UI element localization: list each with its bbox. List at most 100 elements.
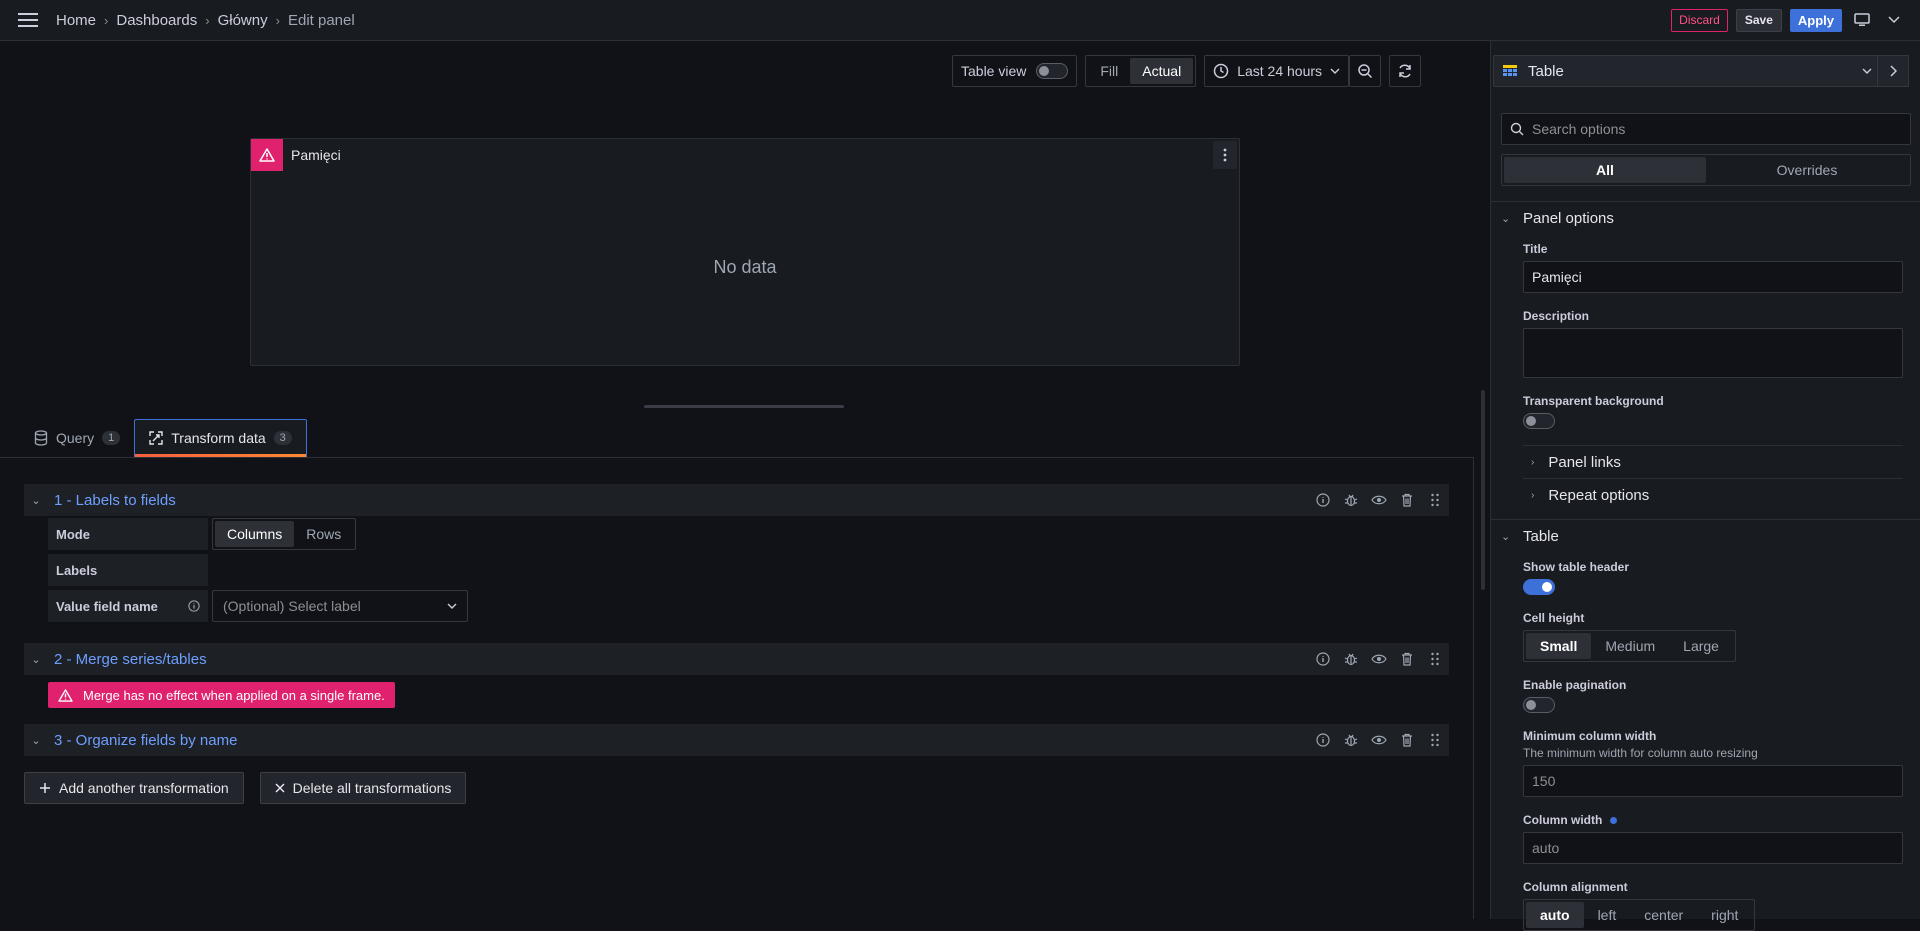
more-vertical-icon[interactable] <box>1213 141 1237 169</box>
align-right[interactable]: right <box>1697 902 1752 928</box>
repeat-options-header[interactable]: › Repeat options <box>1523 487 1903 504</box>
cell-height-medium[interactable]: Medium <box>1591 633 1669 659</box>
info-icon[interactable] <box>1315 651 1331 667</box>
chevron-down-icon[interactable]: ⌄ <box>24 653 48 666</box>
column-width-input[interactable]: auto <box>1523 832 1903 864</box>
cell-height-small[interactable]: Small <box>1526 633 1592 659</box>
align-auto[interactable]: auto <box>1526 902 1584 928</box>
chevron-right-icon: › <box>1531 490 1535 501</box>
monitor-icon[interactable] <box>1850 8 1874 32</box>
value-field-select[interactable]: (Optional) Select label <box>212 590 468 622</box>
chevron-down-icon[interactable]: ⌄ <box>24 494 48 507</box>
tab-query[interactable]: Query 1 <box>20 419 134 457</box>
refresh-button[interactable] <box>1389 55 1422 87</box>
bug-icon[interactable] <box>1343 732 1359 748</box>
cell-height-toggle: Small Medium Large <box>1523 630 1736 662</box>
actual-option[interactable]: Actual <box>1130 58 1194 84</box>
transformation-title[interactable]: 2 - Merge series/tables <box>54 651 207 668</box>
save-button[interactable]: Save <box>1735 8 1782 32</box>
transformation-header[interactable]: ⌄ 3 - Organize fields by name <box>24 724 1449 756</box>
min-width-description: The minimum width for column auto resizi… <box>1523 746 1758 760</box>
zoom-out-icon <box>1358 64 1373 79</box>
options-filter-toggle: All Overrides <box>1501 154 1911 186</box>
mode-toggle: Columns Rows <box>212 518 357 550</box>
info-icon[interactable] <box>1315 732 1331 748</box>
tab-transform-count: 3 <box>273 431 292 445</box>
title-input[interactable]: Pamięci <box>1523 261 1903 293</box>
title-label: Title <box>1523 242 1548 256</box>
menu-icon[interactable] <box>14 6 42 34</box>
tab-all[interactable]: All <box>1504 157 1706 183</box>
bug-icon[interactable] <box>1343 492 1359 508</box>
zoom-out-button[interactable] <box>1349 55 1382 87</box>
discard-button[interactable]: Discard <box>1671 8 1728 32</box>
drag-handle-icon[interactable] <box>1427 732 1443 748</box>
divider <box>1491 519 1920 520</box>
info-icon[interactable] <box>1315 492 1331 508</box>
warning-icon[interactable] <box>251 139 283 171</box>
transparent-switch[interactable] <box>1523 413 1555 429</box>
chevron-down-icon[interactable] <box>1882 8 1906 32</box>
editor-tabs: Query 1 Transform data 3 <box>20 419 307 457</box>
show-header-label: Show table header <box>1523 560 1630 574</box>
add-transformation-button[interactable]: Add another transformation <box>24 772 244 804</box>
breadcrumb-home[interactable]: Home <box>56 12 96 29</box>
visualization-picker[interactable]: Table <box>1493 55 1883 87</box>
transformation-title[interactable]: 3 - Organize fields by name <box>54 732 237 749</box>
chevron-down-icon[interactable]: ⌄ <box>24 734 48 747</box>
table-view-switch[interactable] <box>1036 63 1069 79</box>
merge-warning-text: Merge has no effect when applied on a si… <box>83 687 385 703</box>
min-width-input[interactable]: 150 <box>1523 765 1903 797</box>
add-transformation-label: Add another transformation <box>59 780 229 796</box>
trash-icon[interactable] <box>1399 492 1415 508</box>
value-field-placeholder: (Optional) Select label <box>223 598 361 614</box>
description-textarea[interactable] <box>1523 328 1903 378</box>
bug-icon[interactable] <box>1343 651 1359 667</box>
cell-height-label: Cell height <box>1523 611 1585 625</box>
panel-options-header[interactable]: ⌄ Panel options <box>1501 210 1614 227</box>
panel-links-header[interactable]: › Panel links <box>1523 454 1903 471</box>
align-left[interactable]: left <box>1584 902 1631 928</box>
panel-links-title: Panel links <box>1548 454 1621 471</box>
table-view-toggle[interactable]: Table view <box>952 55 1078 87</box>
cell-height-large[interactable]: Large <box>1669 633 1733 659</box>
eye-icon[interactable] <box>1371 732 1387 748</box>
trash-icon[interactable] <box>1399 732 1415 748</box>
collapse-options-button[interactable] <box>1877 55 1909 87</box>
table-options-header[interactable]: ⌄ Table <box>1501 528 1559 545</box>
chevron-right-icon <box>1890 65 1897 77</box>
show-header-switch[interactable] <box>1523 579 1555 595</box>
transform-icon <box>149 431 163 445</box>
eye-icon[interactable] <box>1371 651 1387 667</box>
info-icon[interactable] <box>188 600 200 612</box>
pane-resize-handle[interactable] <box>644 405 844 408</box>
delete-transformations-button[interactable]: Delete all transformations <box>259 772 467 804</box>
transparent-label: Transparent background <box>1523 394 1664 408</box>
breadcrumb-dashboard[interactable]: Główny <box>218 12 268 29</box>
divider <box>1523 478 1903 479</box>
clock-icon <box>1213 63 1229 79</box>
align-center[interactable]: center <box>1630 902 1697 928</box>
drag-handle-icon[interactable] <box>1427 492 1443 508</box>
transformation-header[interactable]: ⌄ 1 - Labels to fields <box>24 484 1449 516</box>
mode-columns[interactable]: Columns <box>215 521 295 547</box>
eye-icon[interactable] <box>1371 492 1387 508</box>
apply-button[interactable]: Apply <box>1789 8 1842 32</box>
tab-overrides[interactable]: Overrides <box>1706 157 1908 183</box>
transformation-title[interactable]: 1 - Labels to fields <box>54 492 176 509</box>
mode-rows[interactable]: Rows <box>294 521 353 547</box>
time-range-picker[interactable]: Last 24 hours <box>1204 55 1350 87</box>
search-options-input[interactable]: Search options <box>1501 113 1911 145</box>
tab-transform-data[interactable]: Transform data 3 <box>134 419 307 457</box>
pagination-switch[interactable] <box>1523 697 1555 713</box>
fill-option[interactable]: Fill <box>1088 58 1130 84</box>
column-width-label-box: Column width <box>1523 813 1618 827</box>
drag-handle-icon[interactable] <box>1427 651 1443 667</box>
trash-icon[interactable] <box>1399 651 1415 667</box>
transformation-header[interactable]: ⌄ 2 - Merge series/tables <box>24 643 1449 675</box>
panel-options-title: Panel options <box>1523 210 1614 227</box>
breadcrumb-dashboards[interactable]: Dashboards <box>116 12 197 29</box>
scrollbar[interactable] <box>1481 390 1485 590</box>
pagination-label: Enable pagination <box>1523 678 1627 692</box>
column-alignment-toggle: auto left center right <box>1523 899 1756 931</box>
